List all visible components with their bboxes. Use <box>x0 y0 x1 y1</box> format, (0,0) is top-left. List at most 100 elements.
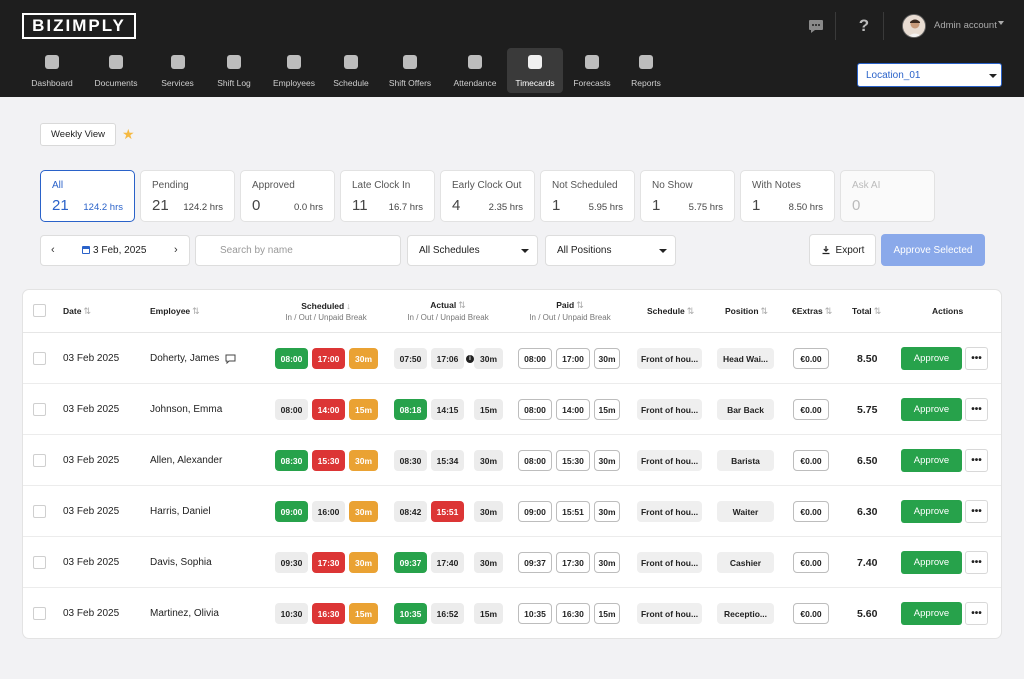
avatar[interactable] <box>902 14 926 38</box>
nav-item-documents[interactable]: Documents <box>82 48 150 93</box>
status-card-pending[interactable]: Pending 21 124.2 hrs <box>140 170 235 222</box>
column-header-scheduled[interactable]: Scheduled ↓ In / Out / Unpaid Break <box>273 290 379 332</box>
table-row[interactable]: 03 Feb 2025 Martinez, Olivia 10:30 16:30 15m… <box>23 588 1001 638</box>
schedules-select[interactable]: All Schedules <box>407 235 538 266</box>
table-row[interactable]: 03 Feb 2025 Johnson, Emma 08:00 14:00 15m 08:… <box>23 384 1001 435</box>
status-card-late-clock-in[interactable]: Late Clock In 11 16.7 hrs <box>340 170 435 222</box>
star-icon[interactable]: ★ <box>122 127 135 141</box>
more-options-icon[interactable]: ••• <box>965 602 988 625</box>
extras-field[interactable]: €0.00 <box>793 399 829 420</box>
extras-field[interactable]: €0.00 <box>793 450 829 471</box>
status-card-approved[interactable]: Approved 0 0.0 hrs <box>240 170 335 222</box>
more-options-icon[interactable]: ••• <box>965 398 988 421</box>
paid-in-field[interactable]: 08:00 <box>518 348 552 369</box>
extras-field[interactable]: €0.00 <box>793 501 829 522</box>
nav-item-dashboard[interactable]: Dashboard <box>22 48 82 93</box>
status-card-not-scheduled[interactable]: Not Scheduled 1 5.95 hrs <box>540 170 635 222</box>
paid-in-field[interactable]: 08:00 <box>518 399 552 420</box>
row-checkbox[interactable] <box>33 505 46 518</box>
column-header-employee[interactable]: Employee ⇅ <box>150 290 200 332</box>
extras-field[interactable]: €0.00 <box>793 603 829 624</box>
row-checkbox[interactable] <box>33 556 46 569</box>
row-checkbox[interactable] <box>33 607 46 620</box>
approve-button[interactable]: Approve <box>901 551 962 574</box>
note-icon[interactable] <box>225 354 236 364</box>
approve-selected-button[interactable]: Approve Selected <box>881 234 985 266</box>
approve-button[interactable]: Approve <box>901 500 962 523</box>
column-header-total[interactable]: Total ⇅ <box>852 290 881 332</box>
approve-button[interactable]: Approve <box>901 449 962 472</box>
column-header-position[interactable]: Position ⇅ <box>725 290 768 332</box>
approve-button[interactable]: Approve <box>901 347 962 370</box>
nav-item-shift-log[interactable]: Shift Log <box>205 48 263 93</box>
approve-button[interactable]: Approve <box>901 398 962 421</box>
extras-field[interactable]: €0.00 <box>793 348 829 369</box>
nav-item-reports[interactable]: Reports <box>621 48 671 93</box>
paid-out-field[interactable]: 17:00 <box>556 348 590 369</box>
paid-in-field[interactable]: 09:00 <box>518 501 552 522</box>
nav-item-forecasts[interactable]: Forecasts <box>563 48 621 93</box>
nav-item-schedule[interactable]: Schedule <box>325 48 377 93</box>
more-options-icon[interactable]: ••• <box>965 347 988 370</box>
column-header-extras[interactable]: €Extras ⇅ <box>792 290 832 332</box>
table-row[interactable]: 03 Feb 2025 Allen, Alexander 08:30 15:30 30m… <box>23 435 1001 486</box>
weekly-view-button[interactable]: Weekly View <box>40 123 116 146</box>
table-row[interactable]: 03 Feb 2025 Doherty, James 08:00 17:00 30m 07… <box>23 333 1001 384</box>
info-icon[interactable]: i <box>466 355 474 363</box>
row-employee[interactable]: Johnson, Emma <box>150 384 222 435</box>
table-row[interactable]: 03 Feb 2025 Harris, Daniel 09:00 16:00 30m 08… <box>23 486 1001 537</box>
paid-in-field[interactable]: 08:00 <box>518 450 552 471</box>
column-header-date[interactable]: Date ⇅ <box>63 290 91 332</box>
positions-select[interactable]: All Positions <box>545 235 676 266</box>
chevron-left-icon[interactable]: ‹ <box>51 244 55 256</box>
paid-out-field[interactable]: 14:00 <box>556 399 590 420</box>
paid-in-field[interactable]: 09:37 <box>518 552 552 573</box>
paid-break-field[interactable]: 30m <box>594 552 620 573</box>
nav-item-attendance[interactable]: Attendance <box>443 48 507 93</box>
location-select[interactable]: Location_01 <box>857 63 1002 87</box>
status-card-with-notes[interactable]: With Notes 1 8.50 hrs <box>740 170 835 222</box>
user-menu-label[interactable]: Admin account <box>934 20 997 31</box>
status-card-all[interactable]: All 21 124.2 hrs <box>40 170 135 222</box>
chat-icon[interactable] <box>806 16 826 36</box>
paid-out-field[interactable]: 15:30 <box>556 450 590 471</box>
table-row[interactable]: 03 Feb 2025 Davis, Sophia 09:30 17:30 30m 09:… <box>23 537 1001 588</box>
nav-item-timecards[interactable]: Timecards <box>507 48 563 93</box>
paid-break-field[interactable]: 30m <box>594 501 620 522</box>
row-checkbox[interactable] <box>33 352 46 365</box>
column-header-actual[interactable]: Actual ⇅ In / Out / Unpaid Break <box>395 290 501 332</box>
nav-item-services[interactable]: Services <box>150 48 205 93</box>
row-employee[interactable]: Harris, Daniel <box>150 486 211 537</box>
nav-item-employees[interactable]: Employees <box>263 48 325 93</box>
row-checkbox[interactable] <box>33 454 46 467</box>
date-picker[interactable]: ‹ 3 Feb, 2025 › <box>40 235 190 266</box>
status-card-ask-ai[interactable]: Ask AI 0 <box>840 170 935 222</box>
paid-break-field[interactable]: 15m <box>594 399 620 420</box>
extras-field[interactable]: €0.00 <box>793 552 829 573</box>
status-card-no-show[interactable]: No Show 1 5.75 hrs <box>640 170 735 222</box>
row-employee[interactable]: Martinez, Olivia <box>150 588 219 638</box>
paid-break-field[interactable]: 30m <box>594 450 620 471</box>
status-card-early-clock-out[interactable]: Early Clock Out 4 2.35 hrs <box>440 170 535 222</box>
paid-in-field[interactable]: 10:35 <box>518 603 552 624</box>
column-header-paid[interactable]: Paid ⇅ In / Out / Unpaid Break <box>517 290 623 332</box>
row-employee[interactable]: Davis, Sophia <box>150 537 212 588</box>
approve-button[interactable]: Approve <box>901 602 962 625</box>
paid-break-field[interactable]: 30m <box>594 348 620 369</box>
paid-break-field[interactable]: 15m <box>594 603 620 624</box>
nav-item-shift-offers[interactable]: Shift Offers <box>377 48 443 93</box>
search-input[interactable] <box>195 235 401 266</box>
chevron-down-icon[interactable] <box>998 21 1004 25</box>
row-checkbox[interactable] <box>33 403 46 416</box>
export-button[interactable]: Export <box>809 234 876 266</box>
row-employee[interactable]: Allen, Alexander <box>150 435 222 486</box>
paid-out-field[interactable]: 15:51 <box>556 501 590 522</box>
help-icon[interactable]: ? <box>854 16 874 36</box>
column-header-schedule[interactable]: Schedule ⇅ <box>647 290 694 332</box>
paid-out-field[interactable]: 17:30 <box>556 552 590 573</box>
more-options-icon[interactable]: ••• <box>965 551 988 574</box>
paid-out-field[interactable]: 16:30 <box>556 603 590 624</box>
row-employee[interactable]: Doherty, James <box>150 333 236 384</box>
app-logo[interactable]: BIZIMPLY <box>22 13 136 39</box>
more-options-icon[interactable]: ••• <box>965 449 988 472</box>
